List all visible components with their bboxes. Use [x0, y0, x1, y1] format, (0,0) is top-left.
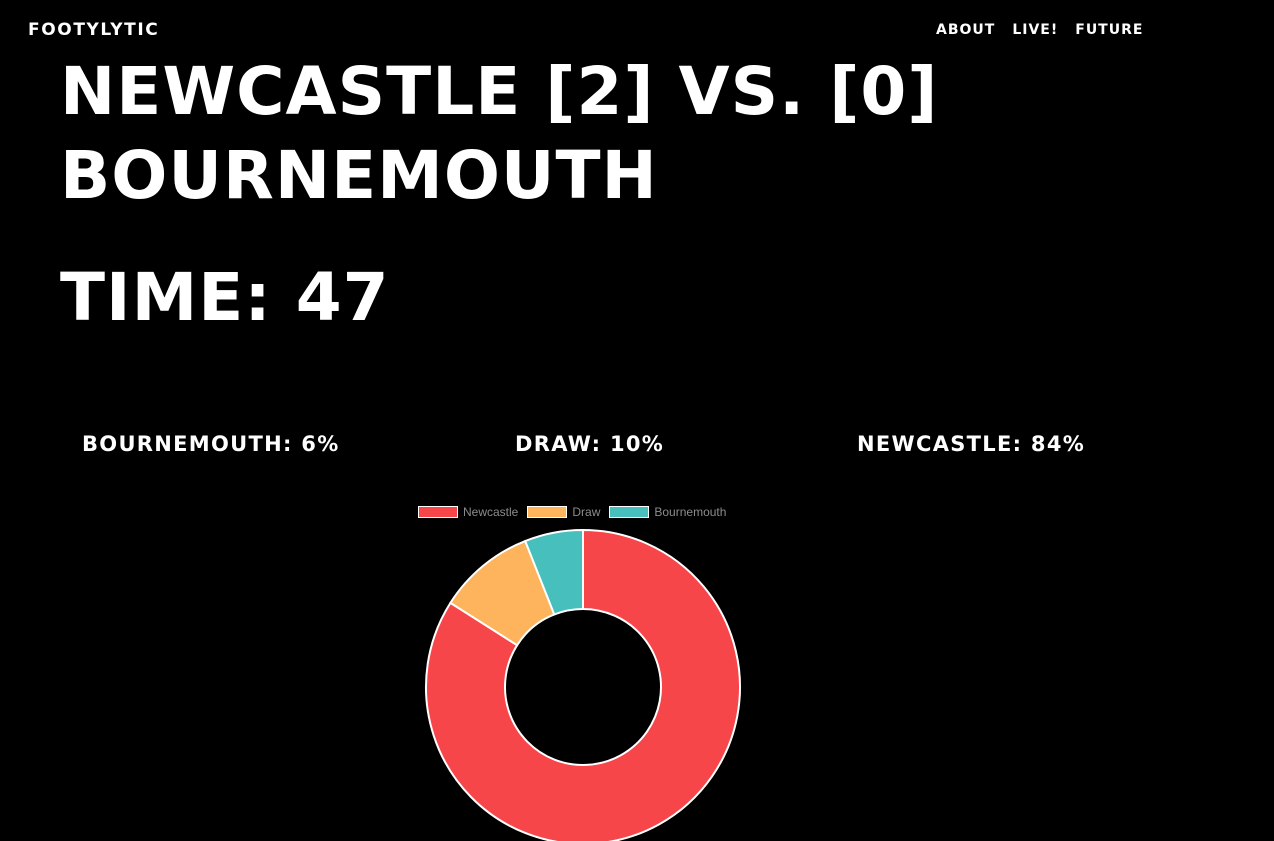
draw-probability: DRAW: 10% — [515, 432, 665, 456]
away-win-probability: BOURNEMOUTH: 6% — [82, 432, 340, 456]
win-probability-chart: Newcastle Draw Bournemouth — [400, 496, 770, 841]
brand-logo-link[interactable]: FOOTYLYTIC — [28, 20, 159, 40]
page: FOOTYLYTIC ABOUT LIVE! FUTURE NEWCASTLE … — [0, 0, 1274, 841]
nav-link-live[interactable]: LIVE! — [1012, 22, 1058, 38]
match-headline: NEWCASTLE [2] VS. [0] BOURNEMOUTH — [60, 53, 939, 214]
home-win-probability: NEWCASTLE: 84% — [857, 432, 1086, 456]
match-time: TIME: 47 — [60, 259, 390, 336]
nav-links: ABOUT LIVE! FUTURE — [936, 22, 1143, 38]
nav-link-future[interactable]: FUTURE — [1075, 22, 1143, 38]
nav-link-about[interactable]: ABOUT — [936, 22, 995, 38]
donut-chart — [425, 528, 741, 841]
